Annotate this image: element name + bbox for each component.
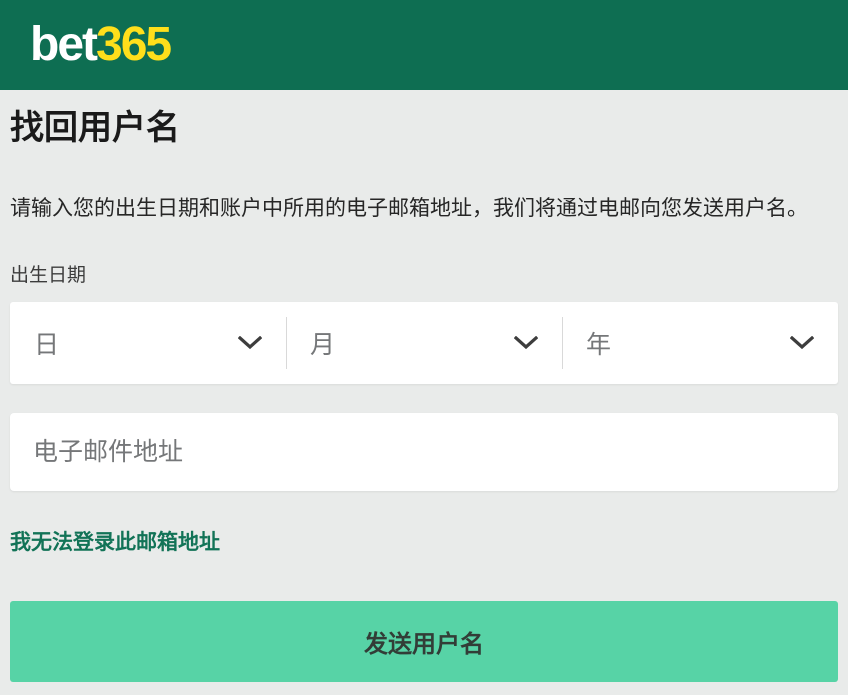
month-select-value: 月	[310, 325, 335, 361]
bet365-logo[interactable]: bet365	[30, 21, 170, 69]
year-select-value: 年	[586, 325, 611, 361]
day-select-value: 日	[34, 325, 59, 361]
dropdown-divider	[562, 317, 563, 369]
dropdown-divider	[286, 317, 287, 369]
date-of-birth-label: 出生日期	[10, 264, 838, 288]
chevron-down-icon	[238, 336, 262, 350]
date-of-birth-selects: 日 月 年	[10, 302, 838, 384]
main-content: 找回用户名 请输入您的出生日期和账户中所用的电子邮箱地址，我们将通过电邮向您发送…	[0, 106, 848, 682]
logo-text-bet: bet	[30, 18, 96, 71]
day-select[interactable]: 日	[10, 302, 286, 384]
email-address-input[interactable]	[10, 413, 838, 491]
instruction-text: 请输入您的出生日期和账户中所用的电子邮箱地址，我们将通过电邮向您发送用户名。	[10, 195, 838, 222]
chevron-down-icon	[790, 336, 814, 350]
chevron-down-icon	[514, 336, 538, 350]
page-title: 找回用户名	[10, 106, 838, 150]
year-select[interactable]: 年	[562, 302, 838, 384]
cannot-access-email-link[interactable]: 我无法登录此邮箱地址	[10, 531, 220, 555]
send-username-button[interactable]: 发送用户名	[10, 601, 838, 682]
top-header-bar: bet365	[0, 0, 848, 90]
month-select[interactable]: 月	[286, 302, 562, 384]
logo-text-365: 365	[96, 18, 170, 71]
